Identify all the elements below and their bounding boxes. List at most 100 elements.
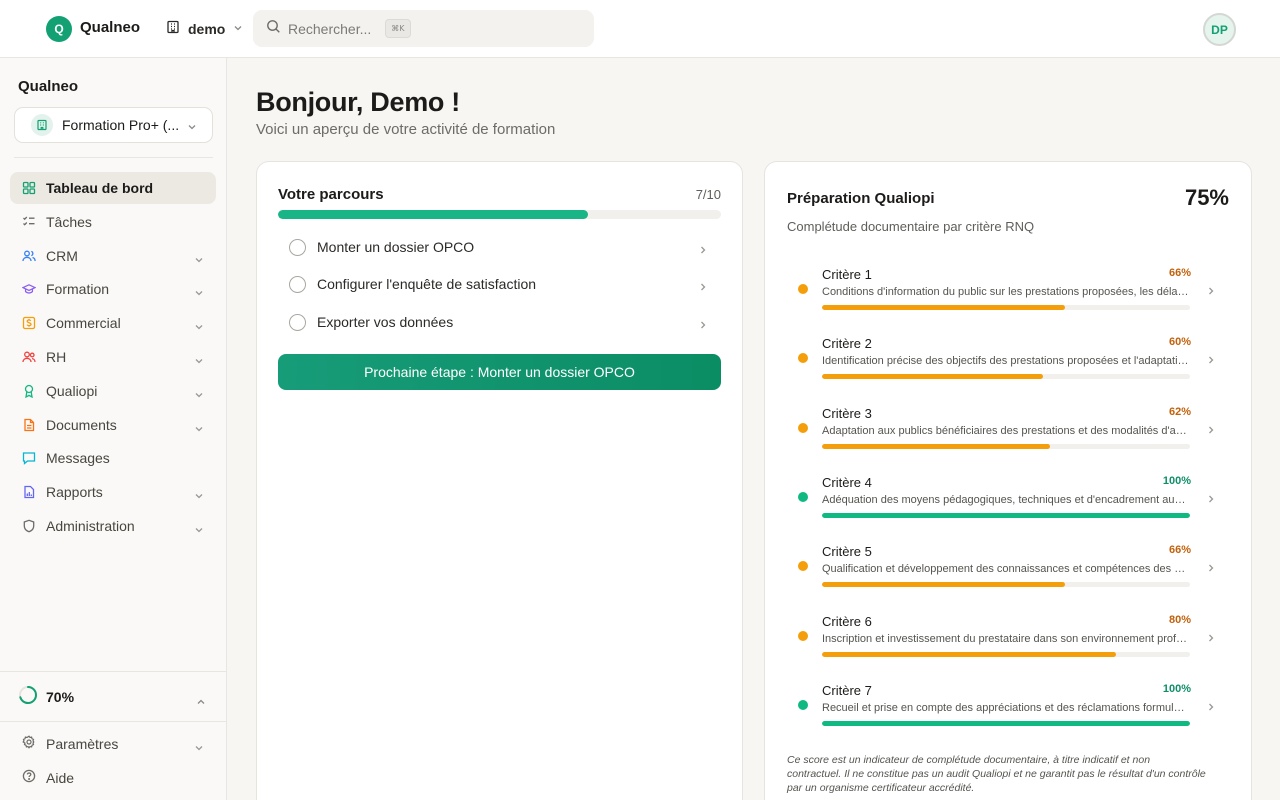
tasks-icon	[22, 215, 36, 229]
criterion-percent: 62%	[1168, 405, 1191, 418]
help-icon	[22, 769, 36, 788]
parcours-progress-bar	[278, 210, 721, 219]
criterion-status-dot	[798, 699, 808, 710]
top-bar: Q Qualneo demo Rechercher... ⌘K DP	[0, 0, 1280, 58]
criterion-description: Inscription et investissement du prestat…	[822, 632, 1190, 645]
criterion-description: Recueil et prise en compte des appréciat…	[822, 701, 1190, 714]
sidebar-item-messages[interactable]: Messages	[10, 442, 216, 474]
document-icon	[22, 418, 36, 432]
sidebar-nav: Tableau de bord Tâches CRM Formation Com…	[10, 172, 216, 544]
people-icon	[22, 350, 36, 364]
next-step-button[interactable]: Prochaine étape : Monter un dossier OPCO	[278, 354, 721, 390]
sidebar-item-label: Administration	[46, 517, 135, 534]
report-icon	[22, 485, 36, 499]
criterion-progress-bar	[822, 651, 1190, 657]
sidebar-item-aide[interactable]: Aide	[10, 763, 216, 793]
organization-selector[interactable]: Formation Pro+ (...	[14, 107, 213, 143]
criterion-row[interactable]: Critère 1 66% Conditions d'information du …	[787, 259, 1232, 321]
chevron-right-icon	[1206, 491, 1216, 509]
criterion-status-dot	[798, 630, 808, 641]
divider	[0, 671, 227, 672]
sidebar-item-rh[interactable]: RH	[10, 341, 216, 373]
sidebar-item-administration[interactable]: Administration	[10, 510, 216, 542]
chevron-down-icon	[194, 319, 204, 337]
criterion-description: Adaptation aux publics bénéficiaires des…	[822, 424, 1190, 437]
disclaimer-text: Ce score est un indicateur de complétude…	[787, 754, 1206, 794]
app-logo[interactable]: Q	[46, 16, 72, 42]
sidebar-item-tableau-de-bord[interactable]: Tableau de bord	[10, 172, 216, 204]
criterion-progress-fill	[822, 512, 1190, 518]
criterion-row[interactable]: Critère 3 62% Adaptation aux publics bénéf…	[787, 398, 1232, 460]
criterion-description: Identification précise des objectifs des…	[822, 355, 1190, 368]
app-name[interactable]: Qualneo	[80, 19, 140, 36]
chevron-right-icon	[1206, 283, 1216, 301]
task-item[interactable]: Exporter vos données	[278, 307, 721, 337]
criterion-status-dot	[798, 284, 808, 294]
criterion-status-dot	[798, 561, 808, 572]
chevron-right-icon	[1206, 560, 1216, 578]
task-item[interactable]: Monter un dossier OPCO	[278, 232, 721, 262]
criterion-progress-fill	[822, 305, 1065, 310]
criterion-row[interactable]: Critère 6 80% Inscription et investissemen…	[787, 606, 1232, 668]
sidebar-item-taches[interactable]: Tâches	[10, 206, 216, 238]
criterion-row[interactable]: Critère 4 100% Adéquation des moyens pédag…	[787, 467, 1232, 529]
task-label: Exporter vos données	[317, 314, 454, 330]
criterion-status-dot	[798, 353, 808, 364]
user-avatar[interactable]: DP	[1203, 13, 1236, 46]
chevron-down-icon	[187, 119, 197, 137]
task-item[interactable]: Configurer l'enquête de satisfaction	[278, 269, 721, 299]
criterion-description: Adéquation des moyens pédagogiques, tech…	[822, 493, 1190, 506]
criterion-row[interactable]: Critère 5 66% Qualification et développeme…	[787, 536, 1232, 598]
sidebar-item-documents[interactable]: Documents	[10, 409, 216, 441]
criterion-percent: 66%	[1168, 267, 1191, 279]
criterion-row[interactable]: Critère 7 100% Recueil et prise en compte …	[787, 675, 1232, 737]
task-checkbox[interactable]	[289, 238, 306, 256]
sidebar-item-parametres[interactable]: Paramètres	[10, 729, 216, 759]
award-icon	[22, 384, 36, 398]
criterion-percent: 60%	[1168, 336, 1191, 349]
chevron-down-icon	[194, 353, 204, 371]
criterion-name: Critère 1	[822, 267, 872, 282]
workspace-selector[interactable]: demo	[166, 18, 243, 40]
sidebar-item-rapports[interactable]: Rapports	[10, 476, 216, 508]
chevron-right-icon	[698, 317, 708, 335]
sidebar-item-label: Documents	[46, 416, 117, 433]
sidebar: Qualneo Formation Pro+ (... Tableau de b…	[0, 58, 227, 800]
chevron-down-icon	[194, 740, 204, 758]
chevron-right-icon	[1206, 630, 1216, 648]
sidebar-item-label: Commercial	[46, 315, 121, 332]
sidebar-item-formation[interactable]: Formation	[10, 273, 216, 305]
sidebar-item-commercial[interactable]: Commercial	[10, 307, 216, 339]
sidebar-item-label: Aide	[46, 770, 75, 786]
criterion-description: Conditions d'information du public sur l…	[822, 286, 1190, 298]
setup-progress-toggle[interactable]: 70%	[10, 683, 216, 711]
sidebar-item-qualiopi[interactable]: Qualiopi	[10, 375, 216, 407]
sidebar-item-label: RH	[46, 348, 67, 365]
search-bar[interactable]: Rechercher... ⌘K	[253, 10, 594, 47]
criterion-name: Critère 6	[822, 613, 872, 629]
criterion-progress-bar	[822, 582, 1190, 588]
criterion-progress-bar	[822, 443, 1190, 449]
criterion-name: Critère 7	[822, 682, 872, 698]
criterion-status-dot	[798, 422, 808, 433]
divider	[0, 721, 227, 722]
criterion-description: Qualification et développement des conna…	[822, 563, 1190, 576]
sidebar-item-crm[interactable]: CRM	[10, 240, 216, 272]
search-input[interactable]: Rechercher...	[288, 21, 371, 37]
search-icon	[266, 19, 281, 39]
dollar-icon	[22, 316, 36, 330]
chevron-right-icon	[1206, 699, 1216, 717]
shield-icon	[22, 519, 36, 533]
task-checkbox[interactable]	[289, 275, 306, 293]
criterion-row[interactable]: Critère 2 60% Identification précise des o…	[787, 328, 1232, 390]
parcours-progress-fill	[278, 210, 589, 219]
criterion-name: Critère 3	[822, 405, 872, 421]
task-checkbox[interactable]	[289, 313, 306, 331]
criterion-progress-bar	[822, 512, 1190, 518]
chevron-up-icon	[196, 694, 206, 712]
parcours-card: Votre parcours 7/10 Monter un dossier OP…	[256, 161, 743, 800]
chevron-right-icon	[1206, 352, 1216, 370]
chevron-down-icon	[194, 488, 204, 506]
sidebar-item-label: Paramètres	[46, 736, 119, 752]
parcours-title: Votre parcours	[278, 186, 384, 203]
